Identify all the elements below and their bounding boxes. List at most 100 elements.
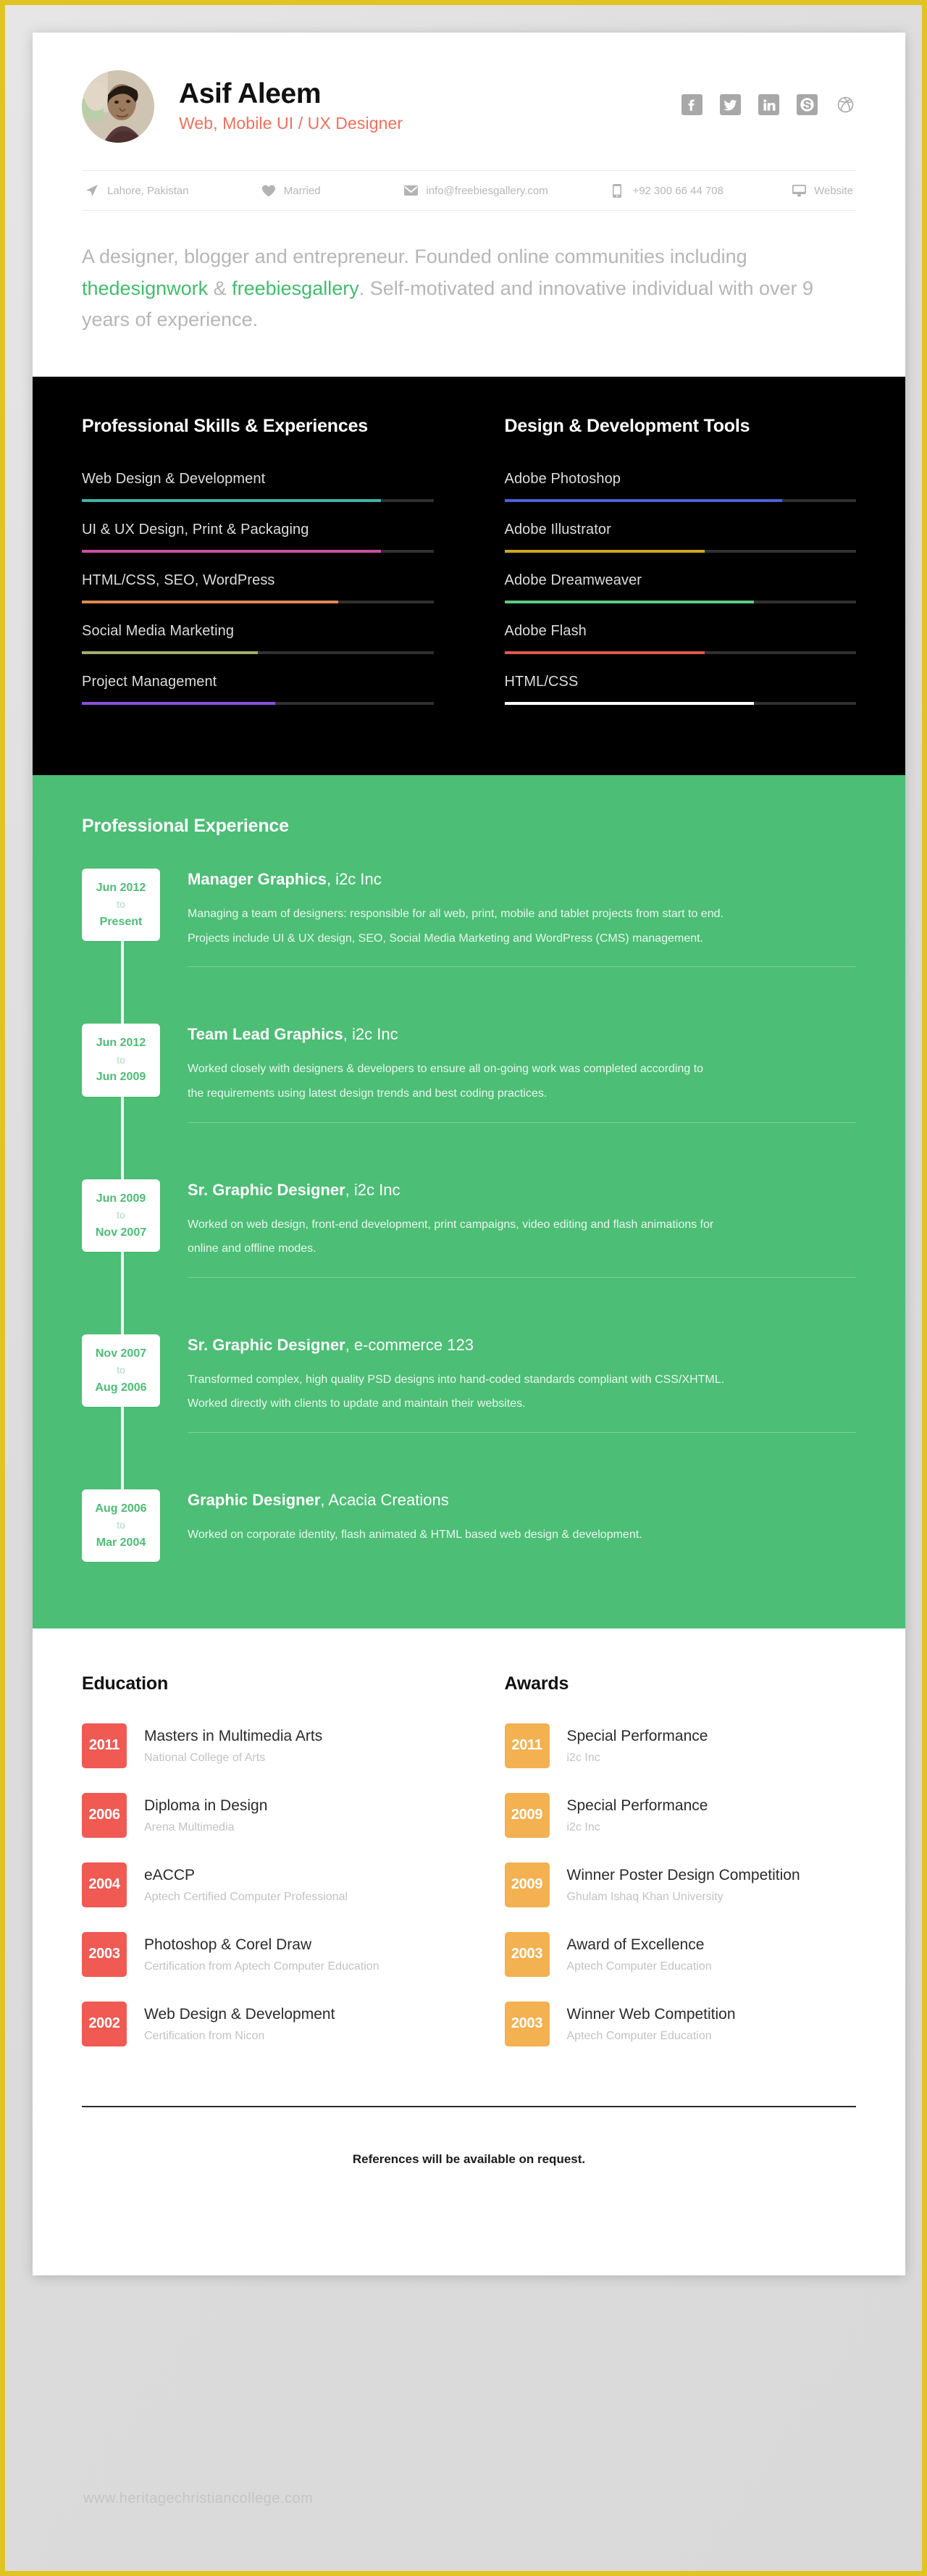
list-item-title: eACCP xyxy=(144,1866,196,1883)
experience-date-to: Present xyxy=(99,916,143,929)
skill-row: Social Media Marketing xyxy=(82,623,434,655)
experience-company: , i2c Inc xyxy=(326,870,382,889)
dribbble-icon[interactable] xyxy=(835,94,856,115)
experience-role: Team Lead Graphics, i2c Inc xyxy=(188,1025,856,1044)
list-item-title: Award of Excellence xyxy=(566,1936,705,1953)
bottom-section: Education 2011 Masters in Multimedia Arts… xyxy=(33,1628,905,2071)
list-item: 2009 Winner Poster Design Competition Ghul… xyxy=(504,1862,857,1907)
job-tagline: Web, Mobile UI / UX Designer xyxy=(179,114,403,133)
intro-link-freebiesgallery[interactable]: freebiesgallery xyxy=(232,277,359,299)
list-item: 2006 Diploma in Design Arena Multimedia xyxy=(82,1792,434,1838)
list-item-meta: Masters in Multimedia Arts National Colle… xyxy=(144,1726,322,1765)
list-item-title: Masters in Multimedia Arts xyxy=(144,1727,323,1744)
contact-phone-text: +92 300 66 44 708 xyxy=(632,184,723,197)
skills-section: Professional Skills & Experiences Web De… xyxy=(33,377,905,776)
list-item: 2011 Masters in Multimedia Arts National C… xyxy=(82,1723,434,1768)
skill-fill xyxy=(82,651,258,655)
contact-marital-text: Married xyxy=(283,184,321,197)
skills-right-list: Adobe Photoshop Adobe Illustrator Adobe Dr… xyxy=(504,471,856,706)
intro-link-thedesignwork[interactable]: thedesignwork xyxy=(82,277,208,299)
footer-divider xyxy=(82,2105,856,2107)
skill-track xyxy=(504,499,856,503)
resume-page: Asif Aleem Web, Mobile UI / UX Designer xyxy=(33,33,905,2275)
experience-date-from: Jun 2012 xyxy=(96,882,146,895)
list-item: 2009 Special Performance i2c Inc xyxy=(504,1792,857,1838)
skill-label: Adobe Illustrator xyxy=(504,522,611,538)
experience-separator xyxy=(188,966,856,968)
skill-track xyxy=(82,550,434,553)
experience-description: Worked on corporate identity, flash anim… xyxy=(188,1528,642,1541)
skill-row: Project Management xyxy=(82,674,434,706)
skill-label: Adobe Photoshop xyxy=(504,471,621,488)
experience-date-chip: Jun 2009 to Nov 2007 xyxy=(82,1179,160,1252)
experience-date-chip: Nov 2007 to Aug 2006 xyxy=(82,1334,160,1407)
experience-item: Jun 2012 to Present Manager Graphics, i2c I… xyxy=(82,869,856,1024)
education-column: Education 2011 Masters in Multimedia Arts… xyxy=(82,1673,434,2071)
experience-date-chip: Jun 2012 to Present xyxy=(82,869,160,942)
awards-column: Awards 2011 Special Performance i2c Inc 200… xyxy=(504,1673,857,2071)
experience-date-to: Nov 2007 xyxy=(95,1226,147,1239)
experience-role-name: Manager Graphics xyxy=(188,870,327,889)
experience-role-name: Sr. Graphic Designer xyxy=(188,1335,345,1354)
page-watermark: www.heritagechristiancollege.com xyxy=(83,2491,314,2506)
skype-icon[interactable] xyxy=(797,93,818,115)
skill-track xyxy=(82,702,434,706)
experience-item: Jun 2009 to Nov 2007 Sr. Graphic Designer, … xyxy=(82,1179,856,1334)
skill-track xyxy=(504,550,856,553)
experience-body: Sr. Graphic Designer, e-commerce 123 Tran… xyxy=(188,1334,856,1489)
skill-label: Web Design & Development xyxy=(82,471,266,488)
skill-track xyxy=(82,651,434,655)
skills-right-column: Design & Development Tools Adobe Photosh… xyxy=(504,416,856,724)
intro-paragraph: A designer, blogger and entrepreneur. Fo… xyxy=(33,211,905,377)
year-badge: 2011 xyxy=(82,1723,127,1768)
facebook-icon[interactable] xyxy=(681,93,702,115)
skill-label: Adobe Dreamweaver xyxy=(504,572,642,589)
skill-fill xyxy=(504,550,705,553)
linkedin-icon[interactable] xyxy=(758,93,779,115)
year-badge: 2011 xyxy=(504,1723,550,1768)
list-item-title: Photoshop & Corel Draw xyxy=(144,1936,312,1953)
list-item-title: Special Performance xyxy=(566,1727,708,1744)
education-title: Education xyxy=(82,1673,169,1694)
header-top-row: Asif Aleem Web, Mobile UI / UX Designer xyxy=(82,70,856,143)
skill-fill xyxy=(82,499,381,503)
skill-row: Adobe Illustrator xyxy=(504,522,856,553)
page-title: Asif Aleem xyxy=(179,78,322,109)
list-item: 2003 Award of Excellence Aptech Computer E… xyxy=(504,1931,857,1977)
twitter-icon[interactable] xyxy=(720,93,741,115)
year-badge: 2004 xyxy=(82,1862,127,1907)
experience-description: Worked closely with designers & develope… xyxy=(188,1063,704,1076)
experience-description: Transformed complex, high quality PSD de… xyxy=(188,1373,725,1386)
skill-fill xyxy=(504,601,755,604)
list-item: 2002 Web Design & Development Certificatio… xyxy=(82,2001,434,2046)
skill-label: Project Management xyxy=(82,674,217,690)
skill-fill xyxy=(82,550,381,553)
experience-body: Graphic Designer, Acacia Creations Worked… xyxy=(188,1489,856,1573)
experience-date-from: Jun 2009 xyxy=(96,1192,146,1205)
contact-website[interactable]: Website xyxy=(792,183,853,198)
year-badge: 2003 xyxy=(504,1931,550,1977)
list-item-meta: Web Design & Development Certification fr… xyxy=(144,2004,335,2043)
list-item: 2003 Photoshop & Corel Draw Certification … xyxy=(82,1931,434,1977)
list-item-subtitle: Arena Multimedia xyxy=(144,1821,235,1834)
experience-role-name: Team Lead Graphics xyxy=(188,1025,343,1044)
experience-description: Projects include UI & UX design, SEO, So… xyxy=(188,932,703,945)
list-item-subtitle: Aptech Computer Education xyxy=(566,1960,712,1973)
contact-location: Lahore, Pakistan xyxy=(85,183,261,198)
contact-email[interactable]: info@freebiesgallery.com xyxy=(403,183,610,198)
experience-list: Jun 2012 to Present Manager Graphics, i2c I… xyxy=(82,869,856,1573)
experience-role: Sr. Graphic Designer, e-commerce 123 xyxy=(188,1336,856,1355)
skills-left-column: Professional Skills & Experiences Web De… xyxy=(82,416,434,724)
experience-timeline: Jun 2012 to Present Manager Graphics, i2c I… xyxy=(82,869,856,1573)
awards-list: 2011 Special Performance i2c Inc 2009 Specia… xyxy=(504,1723,857,2046)
experience-company: , Acacia Creations xyxy=(320,1490,449,1509)
list-item-meta: Special Performance i2c Inc xyxy=(567,1726,708,1765)
list-item-subtitle: Certification from Nicon xyxy=(144,2030,265,2043)
contact-marital: Married xyxy=(261,183,404,198)
skill-row: Adobe Dreamweaver xyxy=(504,572,856,604)
skill-row: Adobe Flash xyxy=(504,623,856,655)
year-badge: 2006 xyxy=(82,1792,127,1838)
experience-description: Worked on web design, front-end developm… xyxy=(188,1218,714,1231)
skills-left-list: Web Design & Development UI & UX Design, … xyxy=(82,471,434,706)
experience-date-chip: Aug 2006 to Mar 2004 xyxy=(82,1489,160,1563)
